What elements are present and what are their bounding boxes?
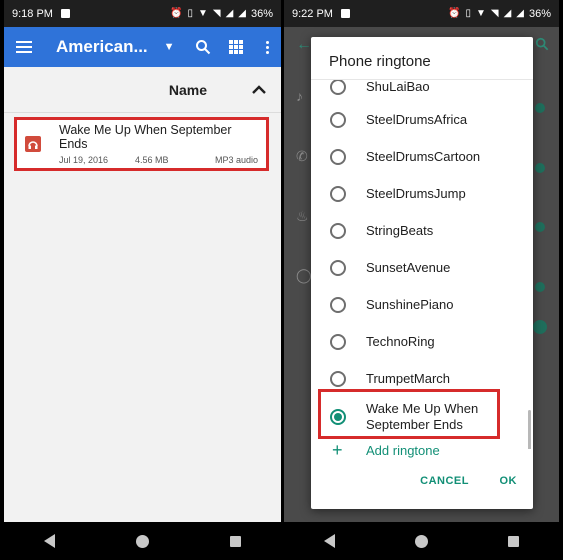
status-time-right: 9:22 PM bbox=[292, 7, 333, 20]
file-date: Jul 19, 2016 bbox=[59, 155, 109, 165]
phone-icon: ✆ bbox=[296, 148, 308, 164]
radio-button[interactable] bbox=[330, 222, 346, 239]
ringtone-option[interactable]: SunshinePiano bbox=[311, 286, 533, 323]
search-icon[interactable] bbox=[195, 39, 211, 55]
add-ringtone-row[interactable]: + Add ringtone bbox=[311, 440, 533, 462]
alarm-icon-right: ⏰ bbox=[447, 7, 461, 19]
image-notification-icon bbox=[60, 9, 70, 18]
audio-file-icon bbox=[25, 136, 41, 152]
radio-button[interactable] bbox=[330, 148, 346, 165]
sort-header[interactable]: Name bbox=[4, 67, 281, 113]
back-icon[interactable] bbox=[44, 534, 56, 548]
radio-button[interactable] bbox=[330, 370, 346, 387]
signal-icon-right: ◢ bbox=[503, 7, 512, 19]
battery-percent-right: 36% bbox=[528, 7, 551, 20]
vibrate-icon: ▯ bbox=[187, 7, 193, 19]
chevron-down-icon[interactable]: ▼ bbox=[164, 41, 175, 53]
radio-button[interactable] bbox=[330, 296, 346, 313]
ringtone-label: SunsetAvenue bbox=[366, 259, 451, 275]
ringtone-option[interactable]: SteelDrumsCartoon bbox=[311, 138, 533, 175]
dialog-actions: CANCEL OK bbox=[311, 475, 533, 495]
divider bbox=[4, 112, 281, 113]
selection-highlight bbox=[318, 389, 500, 439]
data-icon-right: ◥ bbox=[490, 7, 499, 19]
radio-button[interactable] bbox=[330, 333, 346, 350]
plus-icon: + bbox=[332, 440, 343, 460]
home-icon-right[interactable] bbox=[415, 534, 428, 548]
cancel-button[interactable]: CANCEL bbox=[420, 475, 469, 487]
file-type: MP3 audio bbox=[214, 155, 258, 165]
file-list-item[interactable]: Wake Me Up When September Ends Jul 19, 2… bbox=[14, 117, 269, 171]
wifi-icon: ▼ bbox=[197, 7, 208, 19]
image-notification-icon-right bbox=[340, 9, 350, 18]
ringtone-option[interactable]: SunsetAvenue bbox=[311, 249, 533, 286]
ringtone-label: StringBeats bbox=[366, 222, 434, 238]
ringtone-settings-screen: 9:22 PM ⏰ ▯ ▼ ◥ ◢ ◢ 36% ← ♪ ✆ ♨ ◯ Phone … bbox=[284, 0, 559, 560]
data-icon: ◥ bbox=[212, 7, 221, 19]
app-bar: American... ▼ bbox=[4, 27, 281, 67]
sort-label: Name bbox=[168, 82, 207, 98]
radio-button[interactable] bbox=[330, 259, 346, 276]
radio-button[interactable] bbox=[330, 111, 346, 128]
alarm-clock-icon: ◯ bbox=[296, 267, 312, 283]
navigation-bar bbox=[4, 522, 281, 560]
navigation-bar-right bbox=[284, 522, 559, 560]
settings-toggle-4[interactable] bbox=[535, 282, 545, 292]
file-manager-screen: 9:18 PM ⏰ ▯ ▼ ◥ ◢ ◢ 36% American... ▼ Na… bbox=[4, 0, 281, 560]
recents-icon[interactable] bbox=[229, 535, 241, 547]
more-options-icon[interactable] bbox=[266, 40, 269, 54]
ringtone-label: TechnoRing bbox=[366, 333, 435, 349]
dialog-title: Phone ringtone bbox=[329, 53, 431, 70]
signal-icon-2: ◢ bbox=[238, 7, 246, 19]
ringtone-label: SteelDrumsJump bbox=[366, 185, 466, 201]
settings-toggle-5[interactable] bbox=[533, 320, 547, 334]
ringtone-option[interactable]: TechnoRing bbox=[311, 323, 533, 360]
file-size: 4.56 MB bbox=[135, 155, 169, 165]
alarm-icon: ⏰ bbox=[169, 7, 183, 19]
grid-view-icon[interactable] bbox=[228, 40, 243, 54]
ringtone-label: SunshinePiano bbox=[366, 296, 454, 312]
wifi-icon-right: ▼ bbox=[475, 7, 486, 19]
signal-icon: ◢ bbox=[225, 7, 234, 19]
status-bar: 9:18 PM ⏰ ▯ ▼ ◥ ◢ ◢ 36% bbox=[4, 0, 281, 27]
settings-toggle-3[interactable] bbox=[535, 222, 545, 232]
status-time: 9:18 PM bbox=[12, 7, 53, 20]
ringtone-label: SteelDrumsAfrica bbox=[366, 111, 468, 127]
music-note-icon: ♪ bbox=[296, 88, 303, 104]
ringtone-label: SteelDrumsCartoon bbox=[366, 148, 481, 164]
folder-title: American... bbox=[56, 37, 148, 56]
settings-search-icon[interactable] bbox=[535, 37, 549, 56]
ringtone-option[interactable]: SteelDrumsAfrica bbox=[311, 101, 533, 138]
radio-button[interactable] bbox=[330, 185, 346, 202]
settings-toggle-2[interactable] bbox=[535, 163, 545, 173]
radio-button[interactable] bbox=[330, 80, 346, 95]
ringtone-option[interactable]: SteelDrumsJump bbox=[311, 175, 533, 212]
battery-percent: 36% bbox=[250, 7, 273, 20]
add-ringtone-label: Add ringtone bbox=[366, 443, 440, 458]
ok-button[interactable]: OK bbox=[500, 475, 518, 487]
back-icon-right[interactable] bbox=[324, 534, 335, 548]
signal-icon-right-2: ◢ bbox=[516, 7, 524, 19]
arrow-back-icon[interactable]: ← bbox=[296, 36, 312, 54]
bell-icon: ♨ bbox=[296, 208, 309, 224]
menu-icon[interactable] bbox=[16, 41, 32, 53]
status-bar-right: 9:22 PM ⏰ ▯ ▼ ◥ ◢ ◢ 36% bbox=[284, 0, 559, 27]
ringtone-label: TrumpetMarch bbox=[366, 370, 451, 386]
file-name: Wake Me Up When September Ends bbox=[59, 123, 232, 151]
vibrate-icon-right: ▯ bbox=[465, 7, 471, 19]
settings-toggle-1[interactable] bbox=[535, 103, 545, 113]
recents-icon-right[interactable] bbox=[508, 535, 519, 547]
ringtone-option[interactable]: StringBeats bbox=[311, 212, 533, 249]
chevron-up-icon[interactable] bbox=[251, 85, 267, 95]
home-icon[interactable] bbox=[135, 534, 149, 548]
ringtone-label: ShuLaiBao bbox=[366, 79, 430, 94]
